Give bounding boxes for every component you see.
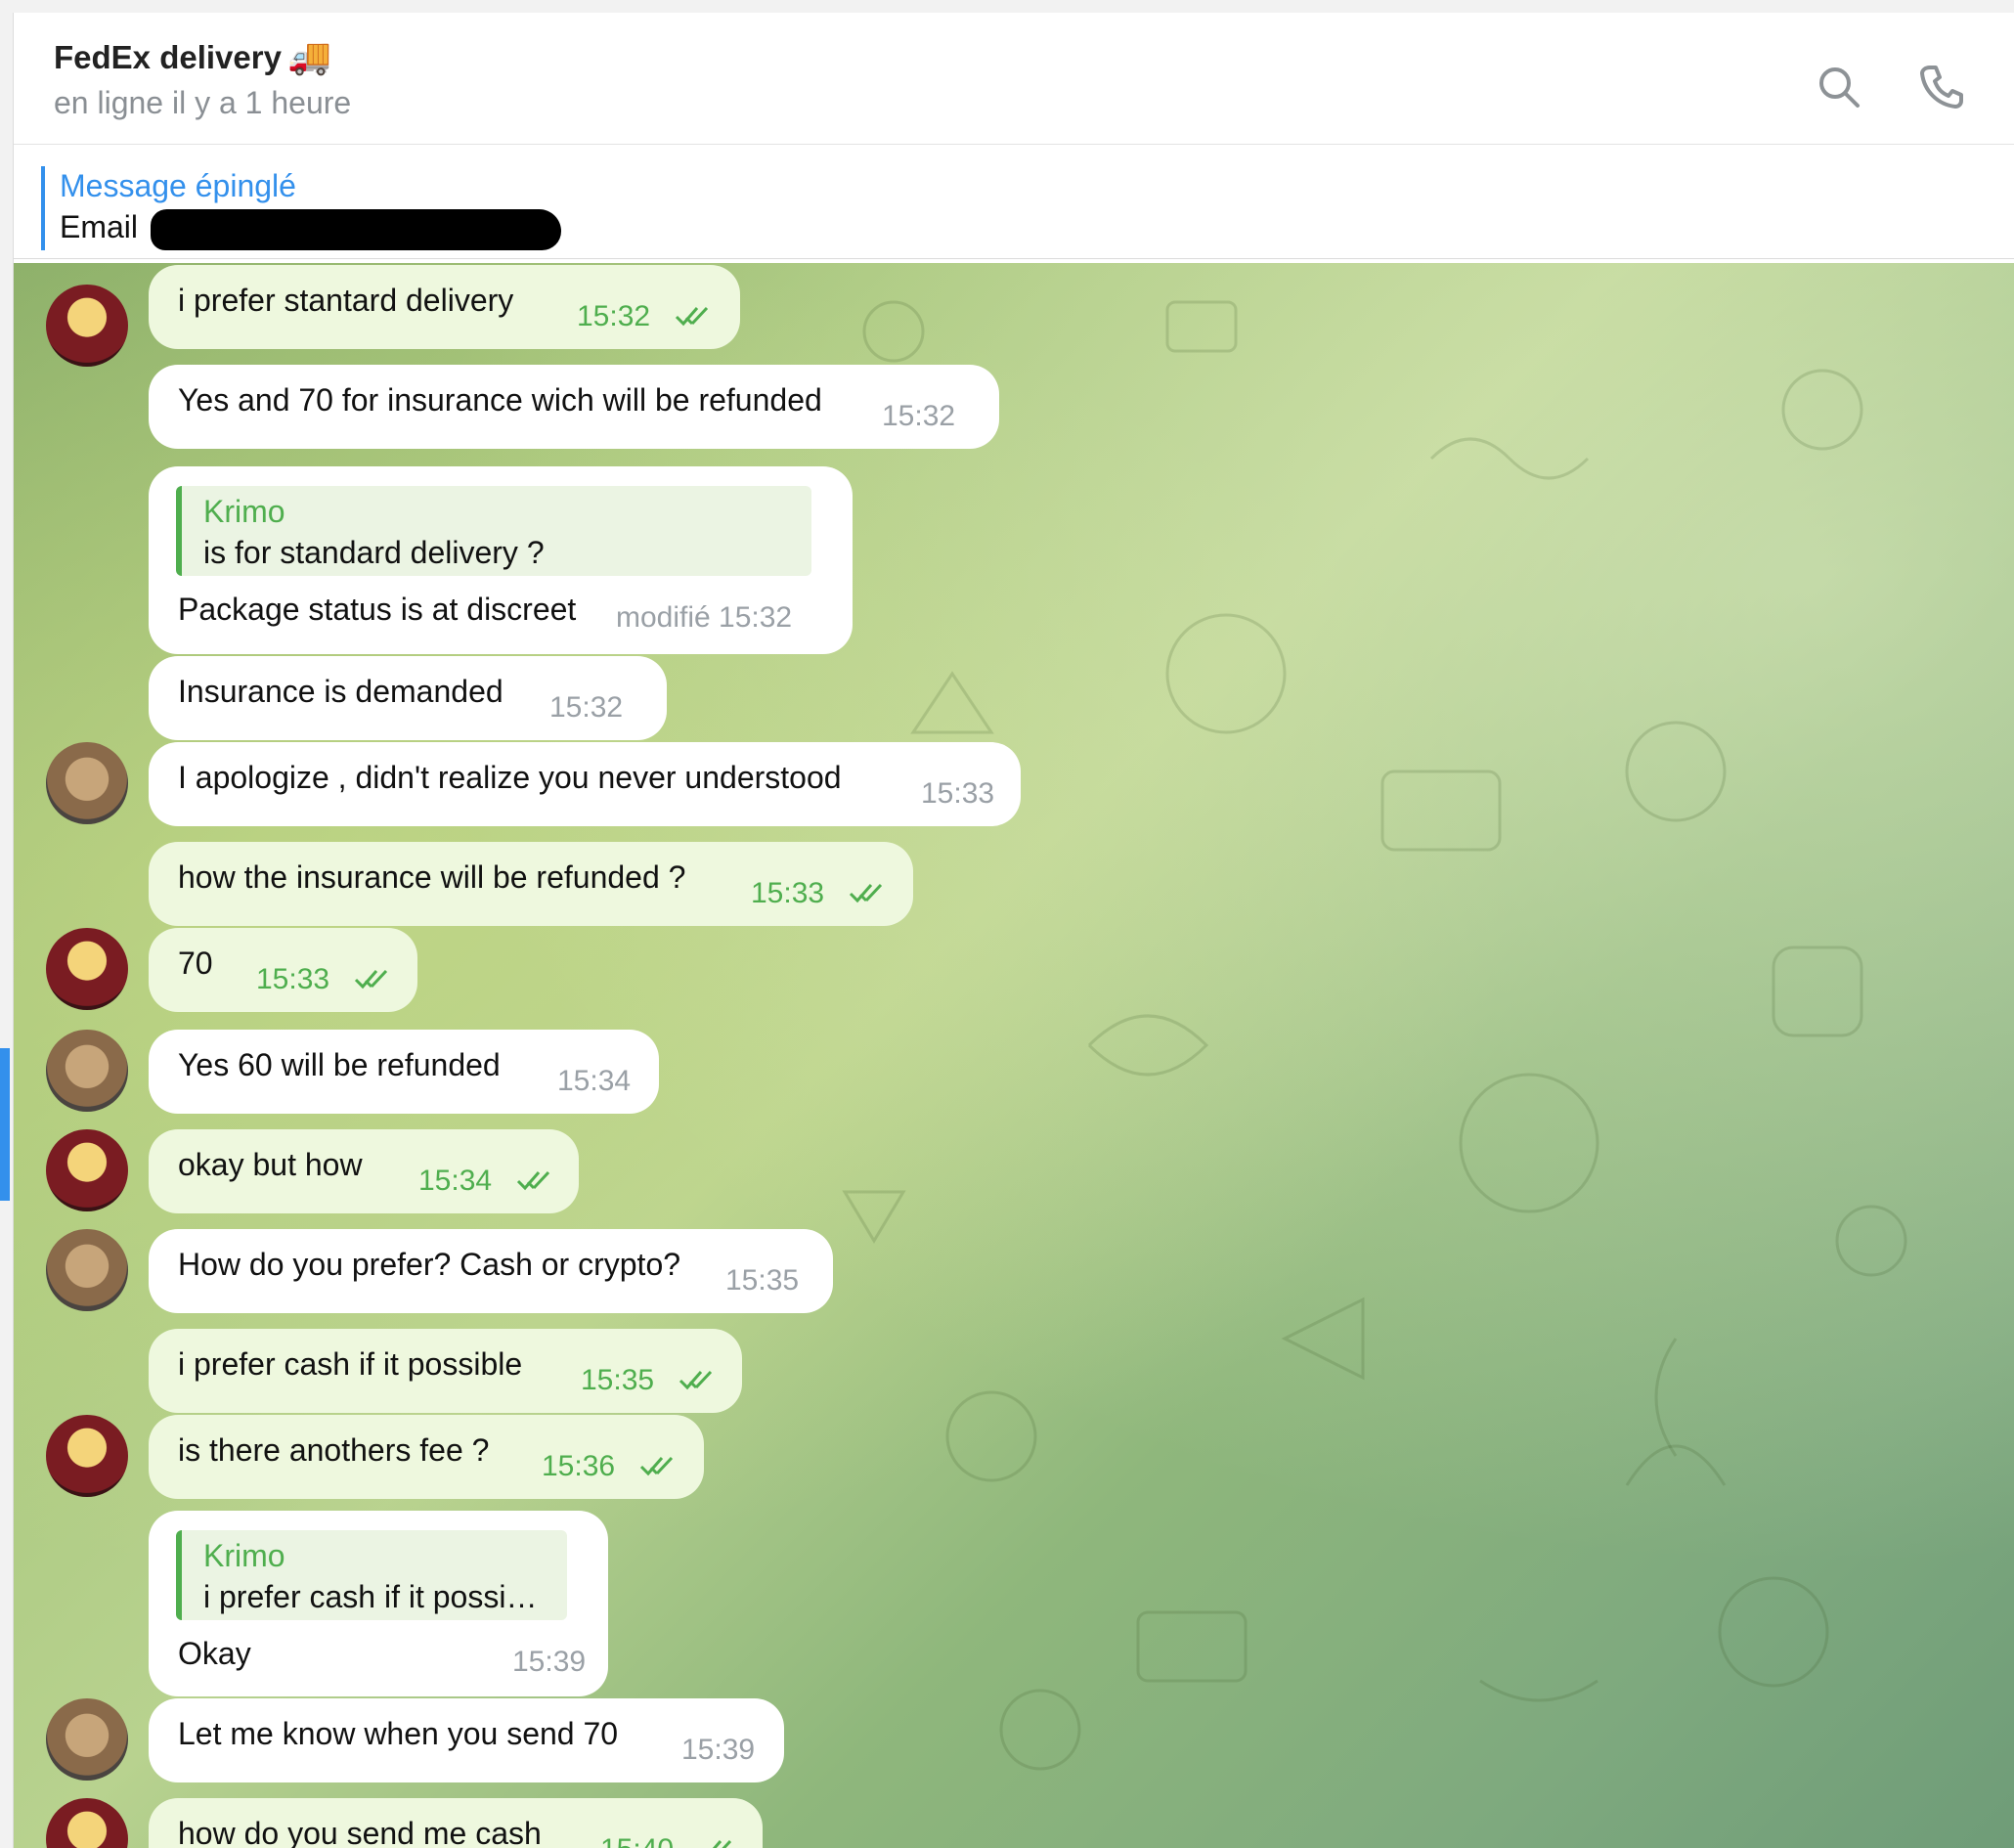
message-bubble[interactable]: how the insurance will be refunded ? 15:…	[149, 842, 913, 926]
pinned-message[interactable]: Message épinglé Email	[14, 145, 2014, 259]
message-text: How do you prefer? Cash or crypto?	[178, 1247, 681, 1282]
message-bubble[interactable]: Krimo i prefer cash if it possi… Okay 15…	[149, 1511, 608, 1696]
message-text: 70	[178, 946, 213, 981]
message-bubble[interactable]: Insurance is demanded 15:32	[149, 656, 667, 740]
chat-window: FedEx delivery 🚚 en ligne il y a 1 heure …	[13, 13, 2014, 1848]
reply-text: is for standard delivery ?	[203, 535, 545, 570]
message-text: Yes and 70 for insurance wich will be re…	[178, 382, 822, 418]
search-icon[interactable]	[1814, 62, 1864, 112]
message-bubble[interactable]: okay but how 15:34	[149, 1129, 579, 1213]
message-time: 15:34	[557, 1065, 632, 1097]
message-time: 15:40	[600, 1833, 674, 1848]
left-edge-tab[interactable]	[0, 1048, 10, 1201]
message-text: i prefer cash if it possible	[178, 1346, 523, 1382]
message-text: Package status is at discreet	[178, 592, 577, 627]
message-list[interactable]: i prefer stantard delivery 15:32 Yes and…	[14, 263, 2014, 1848]
message-time: 15:33	[751, 877, 825, 909]
double-check-icon	[849, 883, 883, 903]
message-time: 15:33	[921, 777, 995, 810]
redaction-mark	[151, 209, 561, 250]
avatar[interactable]	[46, 1415, 128, 1497]
message-text: how the insurance will be refunded ?	[178, 859, 686, 895]
reply-author: Krimo	[203, 1538, 285, 1573]
message-time: 15:34	[418, 1165, 493, 1197]
message-time: 15:36	[542, 1450, 616, 1482]
message-bubble[interactable]: Yes and 70 for insurance wich will be re…	[149, 365, 999, 449]
message-time: 15:35	[725, 1264, 800, 1297]
pinned-accent-bar	[41, 166, 45, 250]
message-text: is there anothers fee ?	[178, 1432, 490, 1468]
double-check-icon	[639, 1456, 674, 1476]
message-bubble[interactable]: how do you send me cash 15:40	[149, 1798, 763, 1848]
message-text: how do you send me cash	[178, 1816, 542, 1848]
message-time: 15:35	[581, 1364, 655, 1396]
truck-emoji: 🚚	[286, 36, 331, 76]
message-time: modifié 15:32	[616, 601, 793, 634]
message-bubble[interactable]: Yes 60 will be refunded 15:34	[149, 1030, 659, 1114]
reply-quote[interactable]: Krimo is for standard delivery ?	[176, 486, 811, 576]
message-bubble[interactable]: Let me know when you send 70 15:39	[149, 1698, 784, 1782]
avatar[interactable]	[46, 1129, 128, 1211]
double-check-icon	[679, 1370, 713, 1390]
message-time: 15:39	[681, 1734, 756, 1766]
reply-author: Krimo	[203, 494, 285, 529]
message-bubble[interactable]: 70 15:33	[149, 928, 417, 1012]
message-text: i prefer stantard delivery	[178, 283, 514, 318]
message-text: okay but how	[178, 1147, 363, 1182]
avatar[interactable]	[46, 285, 128, 367]
message-time: 15:33	[256, 963, 330, 995]
message-time: 15:32	[577, 300, 651, 332]
message-text: Insurance is demanded	[178, 674, 504, 709]
message-text: Yes 60 will be refunded	[178, 1047, 501, 1082]
double-check-icon	[712, 1839, 732, 1848]
message-text: Let me know when you send 70	[178, 1716, 619, 1751]
pinned-text: Email	[60, 209, 139, 244]
reply-quote[interactable]: Krimo i prefer cash if it possi…	[176, 1530, 567, 1620]
message-time: 15:39	[512, 1646, 587, 1678]
reply-text: i prefer cash if it possi…	[203, 1579, 538, 1614]
message-bubble[interactable]: i prefer stantard delivery 15:32	[149, 265, 740, 349]
message-bubble[interactable]: is there anothers fee ? 15:36	[149, 1415, 704, 1499]
message-text: Okay	[178, 1636, 251, 1671]
avatar[interactable]	[46, 742, 128, 824]
avatar[interactable]	[46, 928, 128, 1010]
message-bubble[interactable]: I apologize , didn't realize you never u…	[149, 742, 1021, 826]
message-bubble[interactable]: i prefer cash if it possible 15:35	[149, 1329, 742, 1413]
chat-status: en ligne il y a 1 heure	[54, 85, 352, 120]
double-check-icon	[516, 1170, 550, 1191]
double-check-icon	[675, 306, 709, 327]
pinned-label: Message épinglé	[60, 168, 296, 203]
avatar[interactable]	[46, 1229, 128, 1311]
chat-title-text: FedEx delivery	[54, 39, 282, 75]
chat-header: FedEx delivery 🚚 en ligne il y a 1 heure	[14, 13, 2014, 145]
double-check-icon	[354, 969, 388, 990]
avatar[interactable]	[46, 1030, 128, 1112]
message-time: 15:32	[882, 400, 956, 432]
phone-icon[interactable]	[1916, 62, 1967, 112]
message-bubble[interactable]: How do you prefer? Cash or crypto? 15:35	[149, 1229, 833, 1313]
message-bubble[interactable]: Krimo is for standard delivery ? Package…	[149, 466, 853, 654]
chat-title[interactable]: FedEx delivery 🚚	[54, 36, 331, 77]
message-text: I apologize , didn't realize you never u…	[178, 760, 842, 795]
message-time: 15:32	[549, 691, 624, 724]
avatar[interactable]	[46, 1698, 128, 1781]
